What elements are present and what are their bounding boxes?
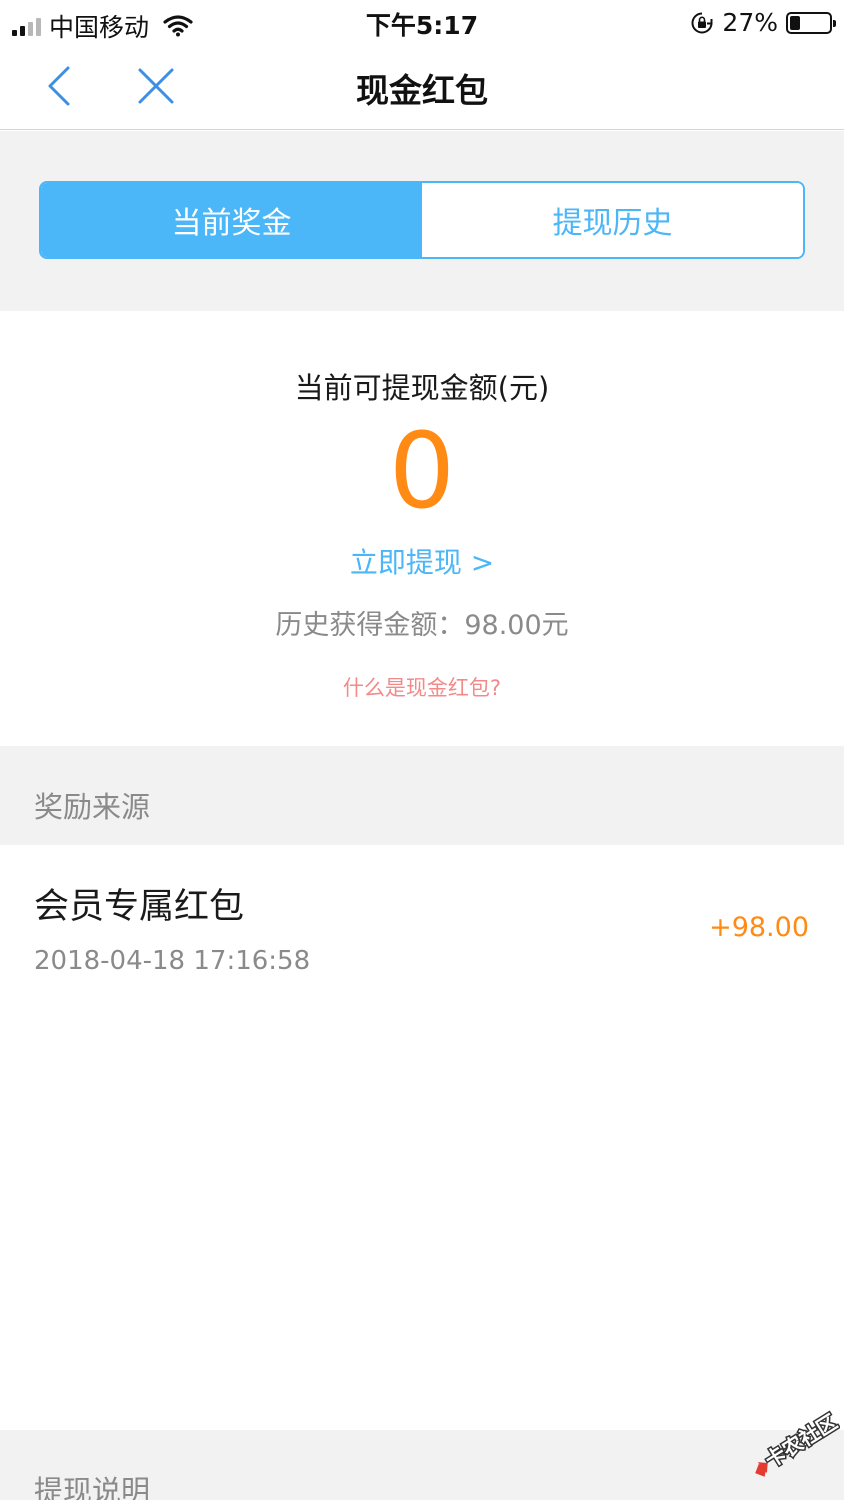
what-is-cash-redpacket-link[interactable]: 什么是现金红包?	[0, 672, 844, 702]
withdraw-notes-title: 提现说明	[34, 1474, 151, 1500]
nav-bar: 现金红包	[0, 44, 844, 130]
balance-summary: 当前可提现金额(元) 0 立即提现 > 历史获得金额：98.00元 什么是现金红…	[0, 311, 844, 746]
record-time: 2018-04-18 17:16:58	[34, 946, 311, 976]
battery-fill	[790, 15, 801, 30]
record-amount: +98.00	[709, 912, 809, 943]
reward-source-header: 奖励来源	[0, 746, 844, 845]
battery-percent: 27%	[722, 8, 778, 37]
withdraw-notes-header: 提现说明	[0, 1430, 844, 1500]
history-total: 历史获得金额：98.00元	[275, 610, 569, 641]
battery-icon	[786, 11, 836, 34]
withdraw-now-link[interactable]: 立即提现 >	[0, 541, 844, 581]
reward-source-title: 奖励来源	[34, 790, 151, 824]
withdrawable-amount: 0	[388, 410, 456, 532]
list-item: 会员专属红包 2018-04-18 17:16:58 +98.00	[0, 845, 844, 1430]
svg-text:卡农社区: 卡农社区	[761, 1410, 840, 1473]
page-title: 现金红包	[356, 71, 488, 110]
record-title: 会员专属红包	[34, 887, 245, 927]
rotation-lock-icon	[691, 12, 713, 33]
tabs-section: 当前奖金 提现历史	[0, 131, 844, 311]
tab-current-bonus[interactable]: 当前奖金	[41, 183, 422, 257]
withdrawable-label: 当前可提现金额(元)	[294, 371, 550, 405]
watermark-logo-icon: 卡农社区	[755, 1408, 840, 1477]
segmented-control: 当前奖金 提现历史	[39, 181, 805, 259]
tab-withdraw-history[interactable]: 提现历史	[422, 183, 803, 257]
status-right: 27%	[690, 8, 836, 37]
status-bar: 中国移动 下午5:17 27%	[0, 0, 844, 44]
